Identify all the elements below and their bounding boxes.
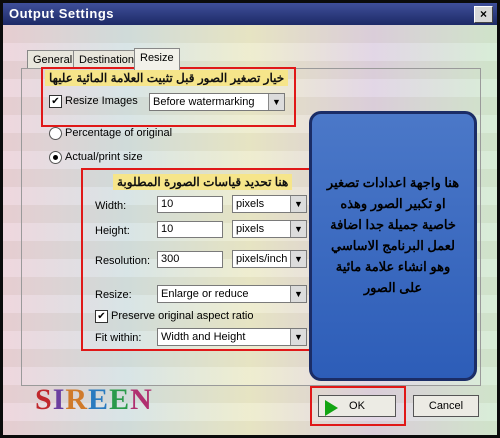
logo-letter: R <box>65 383 89 416</box>
width-label: Width: <box>95 200 127 212</box>
percentage-label: Percentage of original <box>65 127 173 139</box>
resize-images-label: Resize Images <box>65 95 138 107</box>
annotation-middle: هنا تحديد قياسات الصورة المطلوبة <box>113 174 293 190</box>
cancel-button[interactable]: Cancel <box>413 395 479 417</box>
ok-button[interactable]: OK <box>318 395 396 417</box>
info-panel: هنا واجهة اعدادات تصغير او تكبير الصور و… <box>309 111 477 381</box>
width-unit-value: pixels <box>236 198 265 210</box>
logo-letter: N <box>130 383 153 416</box>
height-unit-select[interactable]: pixels ▼ <box>232 220 307 238</box>
logo-letter: I <box>52 383 66 416</box>
chevron-down-icon[interactable]: ▼ <box>290 251 306 267</box>
chevron-down-icon[interactable]: ▼ <box>290 329 306 345</box>
chevron-down-icon[interactable]: ▼ <box>290 286 306 302</box>
chevron-down-icon[interactable]: ▼ <box>268 94 284 110</box>
resize-mode-value: Before watermarking <box>153 96 255 108</box>
resolution-input[interactable]: 300 <box>157 251 223 268</box>
annotation-top: خيار تصغير الصور قبل تثبيت العلامة المائ… <box>45 70 289 86</box>
info-line: وهو انشاء علامة مائية <box>335 259 451 274</box>
actual-size-radio[interactable] <box>49 151 62 164</box>
output-settings-window: Output Settings × General Destination Re… <box>0 0 500 438</box>
info-line: خاصية جميلة جدا اضافة <box>330 217 456 232</box>
actual-size-label: Actual/print size <box>65 151 143 163</box>
fit-within-label: Fit within: <box>95 332 142 344</box>
height-input[interactable]: 10 <box>157 221 223 238</box>
aspect-ratio-label: Preserve original aspect ratio <box>111 310 254 322</box>
fit-within-select[interactable]: Width and Height ▼ <box>157 328 307 346</box>
logo-letter: S <box>35 383 53 416</box>
info-line: او تكبير الصور وهذه <box>340 196 446 211</box>
width-unit-select[interactable]: pixels ▼ <box>232 195 307 213</box>
resolution-unit-value: pixels/inch <box>236 253 288 265</box>
info-line: لعمل البرنامج الاساسي <box>330 238 456 253</box>
info-line: على الصور <box>363 280 423 295</box>
percentage-radio[interactable] <box>49 127 62 140</box>
sireen-logo: SIREEN <box>35 383 153 417</box>
info-line: هنا واجهة اعدادات تصغير <box>326 175 460 190</box>
width-input[interactable]: 10 <box>157 196 223 213</box>
tab-resize[interactable]: Resize <box>134 48 180 70</box>
resize-value: Enlarge or reduce <box>161 288 249 300</box>
resize-mode-select[interactable]: Before watermarking ▼ <box>149 93 285 111</box>
aspect-ratio-checkbox[interactable]: ✔ <box>95 310 108 323</box>
info-text: هنا واجهة اعدادات تصغير او تكبير الصور و… <box>320 172 466 298</box>
title-bar[interactable]: Output Settings × <box>3 3 497 25</box>
chevron-down-icon[interactable]: ▼ <box>290 196 306 212</box>
resolution-unit-select[interactable]: pixels/inch ▼ <box>232 250 307 268</box>
play-icon <box>325 400 338 416</box>
resize-select[interactable]: Enlarge or reduce ▼ <box>157 285 307 303</box>
height-label: Height: <box>95 225 130 237</box>
height-unit-value: pixels <box>236 223 265 235</box>
fit-within-value: Width and Height <box>161 331 246 343</box>
window-title: Output Settings <box>9 6 114 21</box>
chevron-down-icon[interactable]: ▼ <box>290 221 306 237</box>
resize-label: Resize: <box>95 289 132 301</box>
resolution-label: Resolution: <box>95 255 151 267</box>
logo-letter: E <box>109 383 131 416</box>
ok-label: OK <box>349 400 365 412</box>
logo-letter: E <box>88 383 110 416</box>
close-button[interactable]: × <box>474 6 493 23</box>
resize-images-checkbox[interactable]: ✔ <box>49 95 62 108</box>
